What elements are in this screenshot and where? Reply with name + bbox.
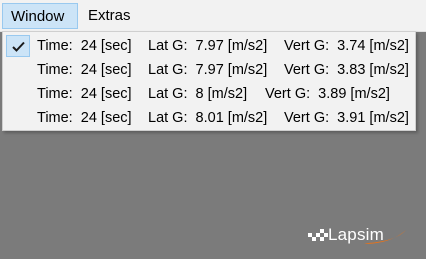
lat-g-reading: Lat G: 8.01 [m/s2]: [148, 110, 268, 126]
vert-g-reading: Vert G: 3.74 [m/s2]: [284, 38, 409, 54]
menu-item-reading-2[interactable]: Time: 24 [sec] Lat G: 7.97 [m/s2] Vert G…: [3, 59, 415, 81]
lapsim-logo: Lapsim: [306, 224, 410, 246]
time-reading: Time: 24 [sec]: [37, 62, 132, 78]
time-reading: Time: 24 [sec]: [37, 86, 132, 102]
lat-g-reading: Lat G: 8 [m/s2]: [148, 86, 248, 102]
menu-extras[interactable]: Extras: [88, 3, 148, 29]
time-reading: Time: 24 [sec]: [37, 110, 132, 126]
vert-g-reading: Vert G: 3.89 [m/s2]: [265, 86, 390, 102]
menu-item-reading-3[interactable]: Time: 24 [sec] Lat G: 8 [m/s2] Vert G: 3…: [3, 83, 415, 105]
menu-item-reading-4[interactable]: Time: 24 [sec] Lat G: 8.01 [m/s2] Vert G…: [3, 107, 415, 129]
vert-g-reading: Vert G: 3.91 [m/s2]: [284, 110, 409, 126]
time-reading: Time: 24 [sec]: [37, 38, 132, 54]
window-dropdown-menu: Time: 24 [sec] Lat G: 7.97 [m/s2] Vert G…: [2, 31, 416, 131]
logo-text: Lapsim: [328, 225, 385, 244]
lat-g-reading: Lat G: 7.97 [m/s2]: [148, 38, 268, 54]
menu-item-reading-1[interactable]: Time: 24 [sec] Lat G: 7.97 [m/s2] Vert G…: [3, 35, 415, 57]
lat-g-reading: Lat G: 7.97 [m/s2]: [148, 62, 268, 78]
menu-window[interactable]: Window: [2, 3, 78, 29]
menu-bar: Window Extras: [0, 0, 426, 32]
vert-g-reading: Vert G: 3.83 [m/s2]: [284, 62, 409, 78]
